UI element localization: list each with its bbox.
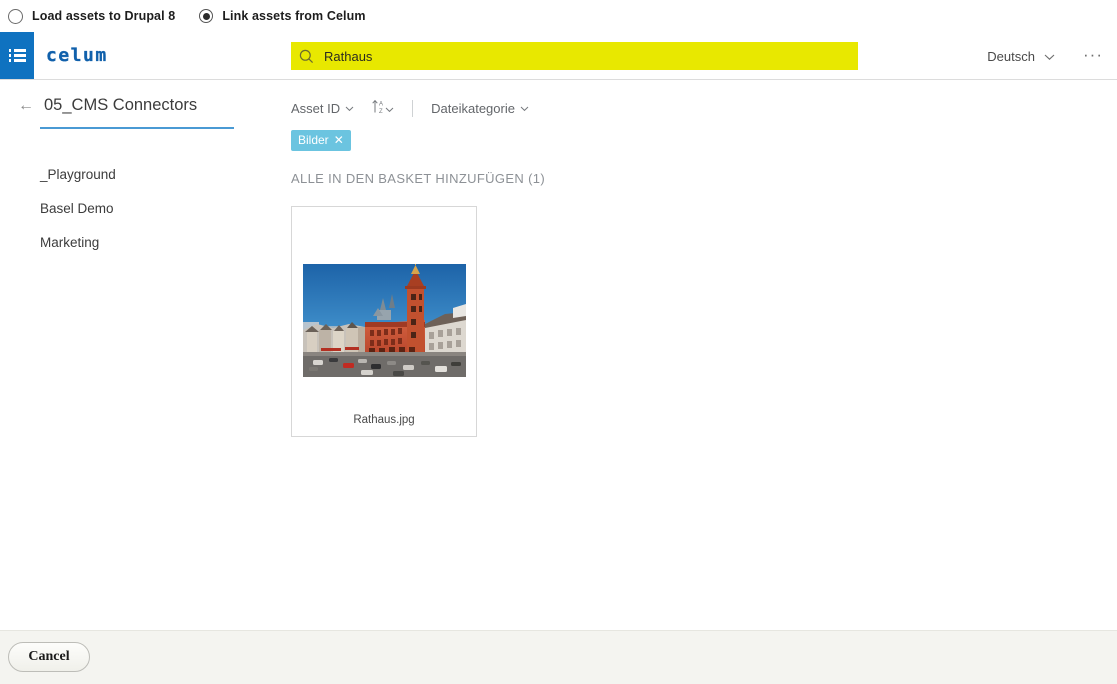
asset-filename: Rathaus.jpg bbox=[353, 414, 415, 426]
svg-text:Z: Z bbox=[379, 109, 383, 114]
celum-logo[interactable]: celum bbox=[46, 45, 108, 66]
hamburger-glyph bbox=[8, 47, 26, 65]
sidebar-item-basel-demo[interactable]: Basel Demo bbox=[40, 191, 270, 225]
basel-rathaus-photo bbox=[303, 264, 466, 377]
mode-option-label: Load assets to Drupal 8 bbox=[32, 9, 176, 23]
sidebar-item-label: Marketing bbox=[40, 234, 100, 250]
main-content: Asset ID A Z Dateikategorie Bilder ✕ ALL… bbox=[291, 96, 1117, 437]
cancel-button[interactable]: Cancel bbox=[8, 642, 90, 672]
asset-thumbnail bbox=[303, 264, 466, 377]
mode-option-link-assets[interactable]: Link assets from Celum bbox=[199, 0, 365, 32]
sidebar-item-marketing[interactable]: Marketing bbox=[40, 225, 270, 259]
sidebar-title-underline bbox=[40, 127, 234, 129]
search-input[interactable]: Rathaus bbox=[291, 42, 858, 70]
filter-chip-bilder[interactable]: Bilder ✕ bbox=[291, 130, 351, 151]
facet-toolbar: Asset ID A Z Dateikategorie bbox=[291, 96, 1117, 120]
close-icon[interactable]: ✕ bbox=[334, 134, 344, 146]
toolbar-divider bbox=[412, 99, 414, 117]
radio-selected-icon[interactable] bbox=[199, 9, 214, 23]
facet-dateikategorie-label: Dateikategorie bbox=[431, 100, 515, 116]
chevron-down-icon bbox=[520, 105, 529, 112]
filter-chip-label: Bilder bbox=[298, 133, 329, 147]
sidebar-item-label: Basel Demo bbox=[40, 200, 114, 216]
chevron-down-icon bbox=[345, 105, 354, 112]
chevron-down-icon bbox=[385, 101, 394, 116]
sidebar-item-playground[interactable]: _Playground bbox=[40, 157, 270, 191]
mode-option-load-assets[interactable]: Load assets to Drupal 8 bbox=[8, 0, 175, 32]
sidebar-item-list: _Playground Basel Demo Marketing bbox=[0, 157, 270, 259]
facet-asset-id[interactable]: Asset ID bbox=[291, 101, 354, 116]
arrow-left-icon[interactable]: ← bbox=[18, 97, 34, 114]
svg-text:A: A bbox=[379, 102, 383, 108]
search-input-value: Rathaus bbox=[324, 48, 373, 64]
sidebar-header: ← 05_CMS Connectors bbox=[18, 96, 270, 115]
facet-asset-id-label: Asset ID bbox=[291, 100, 341, 116]
active-filter-list: Bilder ✕ bbox=[291, 130, 1117, 151]
sort-az-ascending-icon: A Z bbox=[372, 99, 385, 117]
hamburger-list-icon[interactable] bbox=[0, 32, 34, 79]
facet-dateikategorie[interactable]: Dateikategorie bbox=[431, 101, 529, 116]
search-icon bbox=[299, 49, 314, 64]
sidebar: ← 05_CMS Connectors _Playground Basel De… bbox=[0, 96, 270, 259]
sort-direction-button[interactable]: A Z bbox=[372, 99, 394, 117]
add-all-to-basket-button[interactable]: ALLE IN DEN BASKET HINZUFÜGEN (1) bbox=[291, 171, 545, 186]
overflow-menu-icon[interactable]: ··· bbox=[1083, 46, 1103, 63]
mode-option-label: Link assets from Celum bbox=[222, 9, 366, 23]
page-title: 05_CMS Connectors bbox=[44, 96, 198, 114]
asset-grid: Rathaus.jpg bbox=[291, 206, 1117, 437]
app-header: celum Rathaus Deutsch ··· bbox=[0, 32, 1117, 80]
chevron-down-icon bbox=[1044, 53, 1055, 61]
mode-selector-strip: Load assets to Drupal 8 Link assets from… bbox=[0, 0, 1117, 32]
sidebar-item-label: _Playground bbox=[40, 166, 116, 182]
radio-unselected-icon[interactable] bbox=[8, 8, 23, 24]
language-selector-label: Deutsch bbox=[987, 49, 1035, 64]
footer-bar: Cancel bbox=[0, 630, 1117, 684]
language-selector[interactable]: Deutsch bbox=[987, 49, 1055, 64]
asset-card-rathaus[interactable]: Rathaus.jpg bbox=[291, 206, 477, 437]
